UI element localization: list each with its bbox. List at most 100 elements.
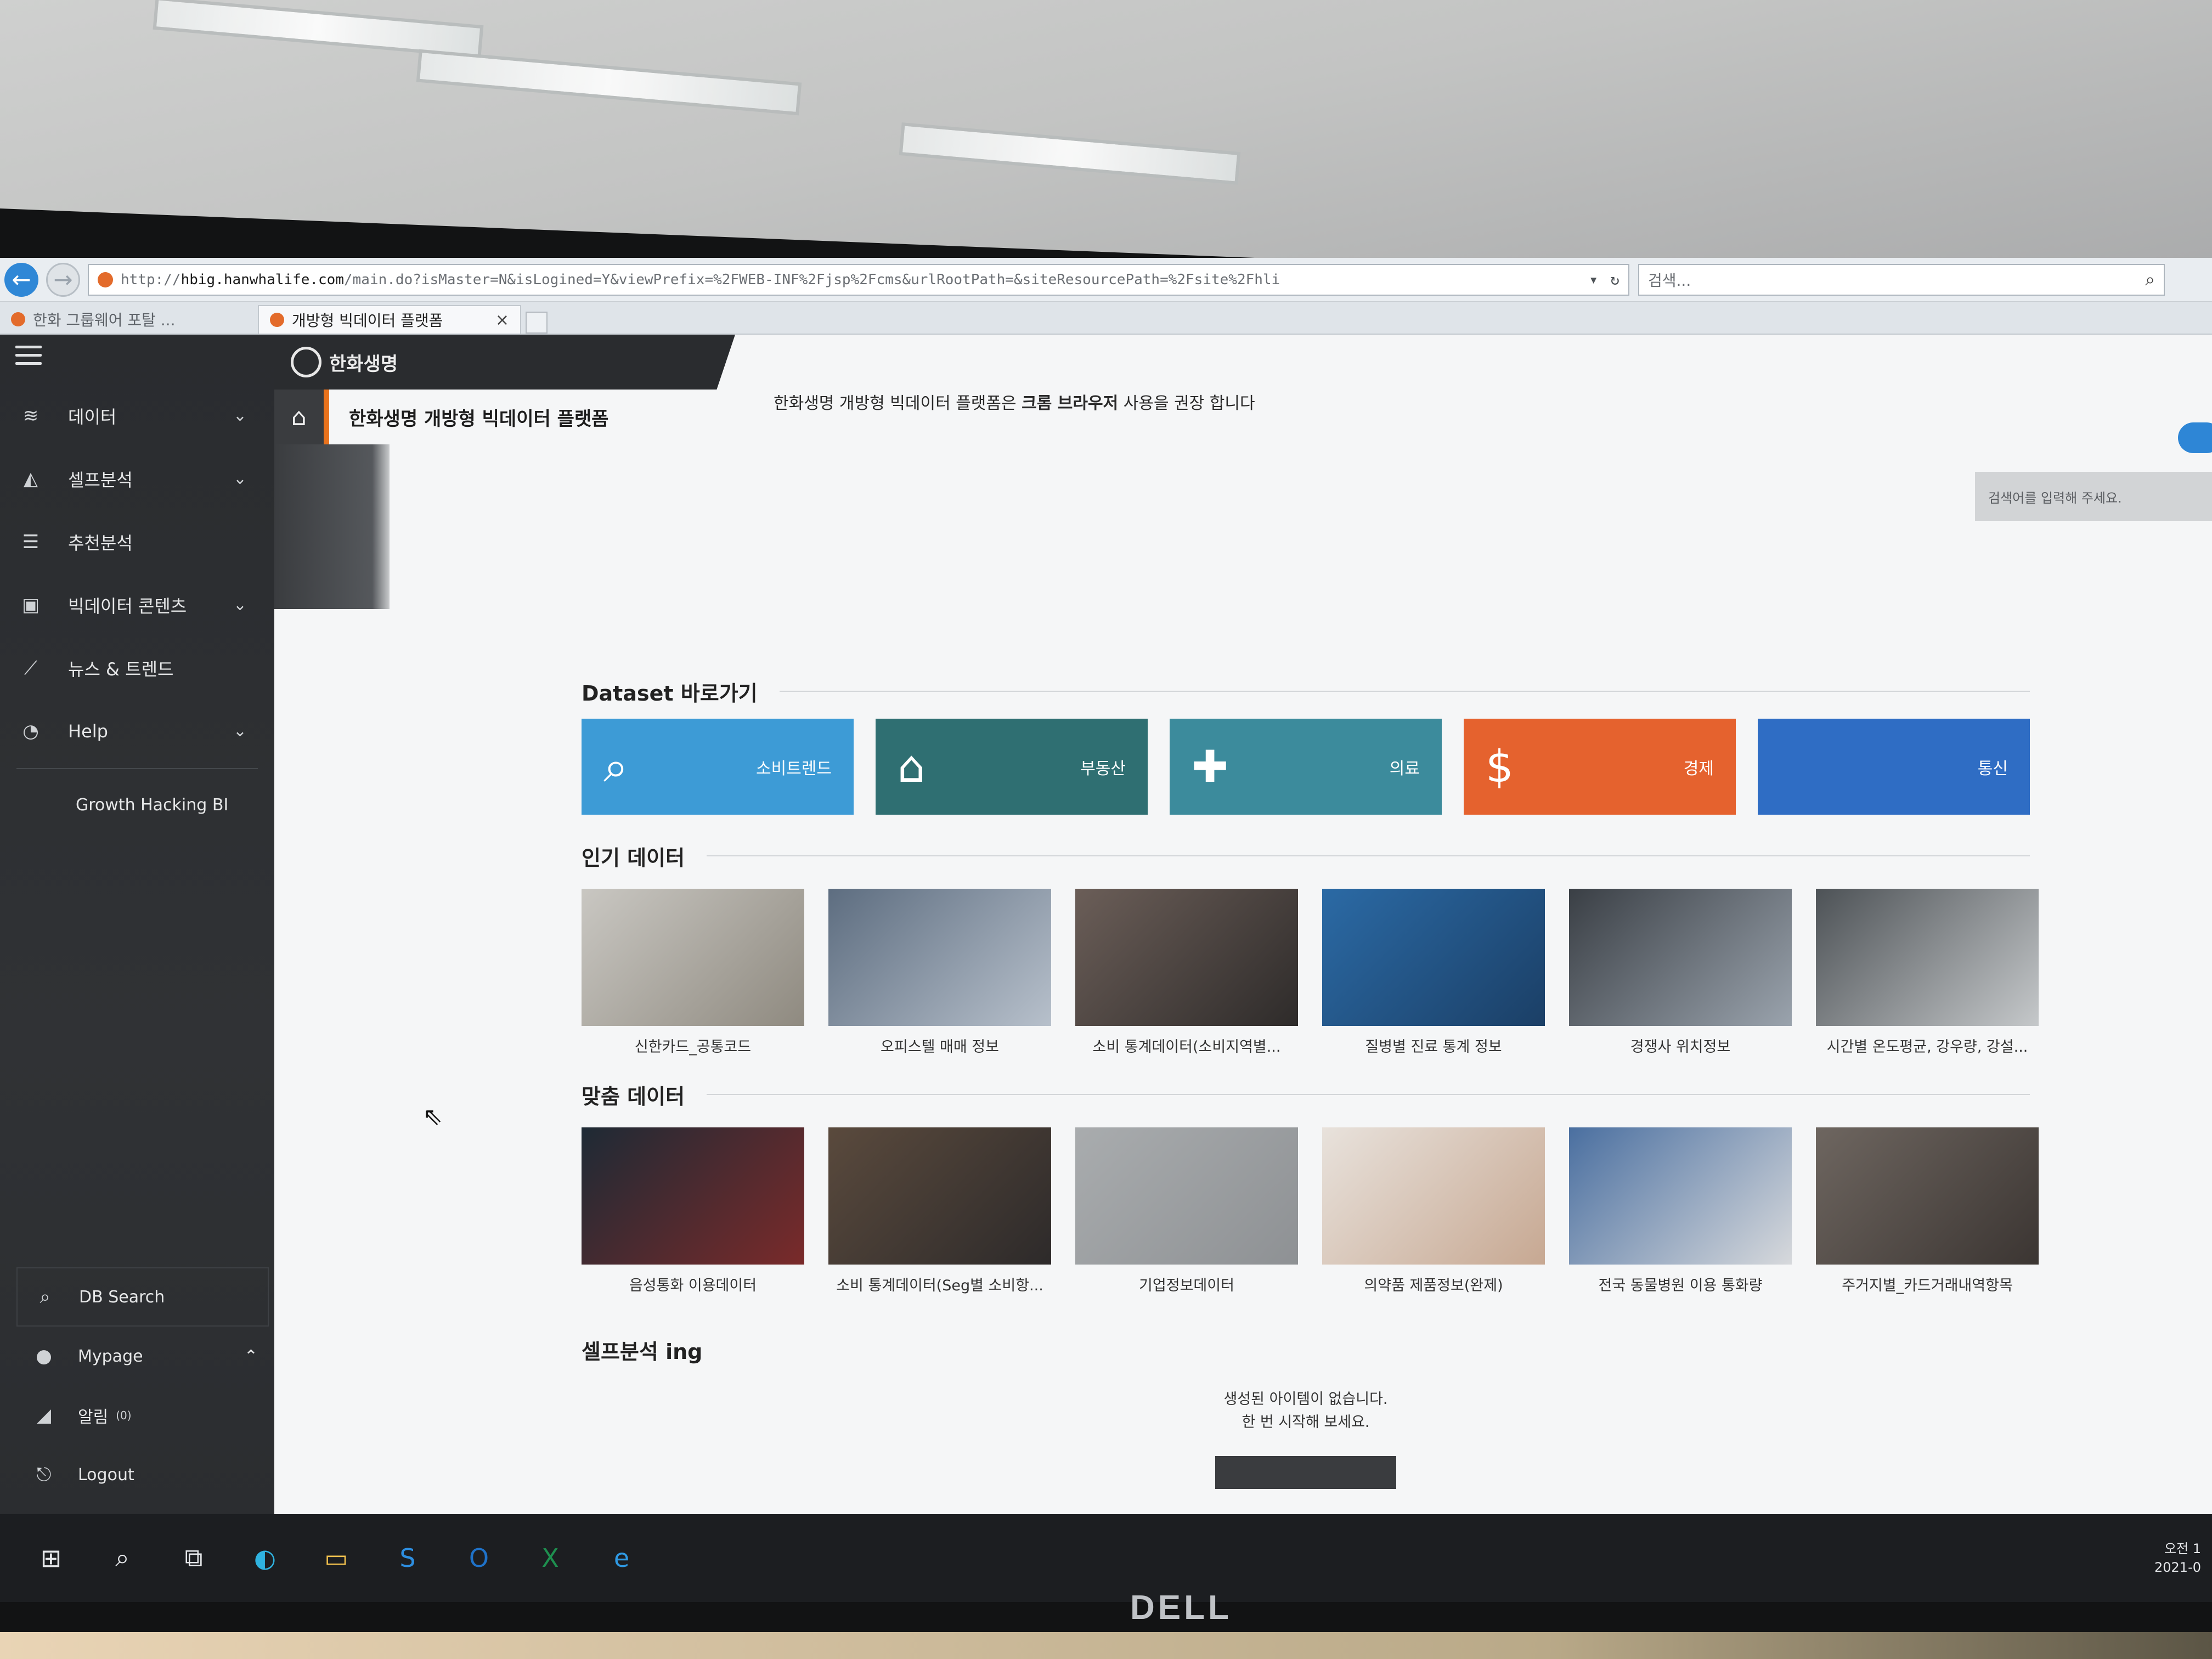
tab-favicon — [11, 312, 25, 326]
browser-notice: 한화생명 개방형 빅데이터 플랫폼은 크롬 브라우저 사용을 권장 합니다 — [774, 390, 1255, 414]
sidebar-item-data[interactable]: ≋ 데이터 ⌄ — [0, 384, 274, 447]
data-card-image — [1075, 889, 1298, 1026]
start-button[interactable] — [1215, 1456, 1396, 1489]
data-card[interactable]: 의약품 제품정보(완제) — [1322, 1127, 1545, 1295]
coins-icon: $ — [1486, 741, 1514, 792]
popular-title: 인기 데이터 — [582, 845, 685, 870]
data-card[interactable]: 오피스텔 매매 정보 — [828, 889, 1051, 1056]
ie-icon[interactable]: e — [603, 1540, 640, 1576]
mypage-item[interactable]: ● Mypage ⌃ — [0, 1327, 274, 1386]
custom-section-title: 맞춤 데이터 — [582, 1078, 2030, 1111]
data-card-caption: 질병별 진료 통계 정보 — [1365, 1039, 1502, 1056]
dataset-card-consumer-trend[interactable]: ⌕ 소비트렌드 — [582, 719, 854, 815]
sidebar-item-growth-hacking[interactable]: Growth Hacking BI — [0, 775, 274, 835]
home-icon[interactable]: ⌂ — [274, 390, 329, 444]
file-explorer-icon[interactable]: ▭ — [318, 1540, 354, 1576]
data-card[interactable]: 소비 통계데이터(소비지역별... — [1075, 889, 1298, 1056]
db-search-icon: ⌕ — [40, 1286, 50, 1308]
data-card[interactable]: 질병별 진료 통계 정보 — [1322, 889, 1545, 1056]
self-analysis-title: 셀프분석 ing — [582, 1339, 703, 1364]
database-icon: ≋ — [22, 404, 39, 427]
data-card[interactable]: 시간별 온도평균, 강우량, 강설... — [1816, 889, 2039, 1056]
outlook-icon[interactable]: O — [461, 1540, 497, 1576]
back-button[interactable]: ← — [4, 262, 38, 297]
windows-start-icon[interactable]: ⊞ — [33, 1540, 69, 1576]
task-view-icon[interactable]: ⧉ — [176, 1540, 212, 1576]
empty-line-2: 한 번 시작해 보세요. — [1242, 1414, 1370, 1431]
browser-address-bar: ← → http://hbig.hanwhalife.com/main.do?i… — [0, 258, 2212, 302]
close-icon[interactable]: × — [495, 311, 509, 330]
sidebar-item-news[interactable]: ⟋ 뉴스 & 트렌드 — [0, 636, 274, 699]
dataset-card-telecom[interactable]: 통신 — [1758, 719, 2030, 815]
mouse-cursor-icon: ⇖ — [422, 1103, 443, 1131]
forward-button[interactable]: → — [46, 262, 80, 297]
db-search-label: DB Search — [79, 1287, 165, 1307]
ceiling-light — [153, 0, 484, 59]
logout-item[interactable]: ⎋ Logout — [0, 1445, 274, 1504]
tab-label: 한화 그룹웨어 포탈 ... — [33, 311, 176, 329]
data-card-caption: 시간별 온도평균, 강우량, 강설... — [1826, 1039, 2028, 1056]
data-card-image — [1569, 889, 1792, 1026]
tab-label: 개방형 빅데이터 플랫폼 — [292, 312, 443, 330]
new-tab-button[interactable] — [526, 312, 548, 334]
db-search-button[interactable]: ⌕ DB Search — [16, 1267, 269, 1327]
edge-icon[interactable]: ◐ — [247, 1540, 283, 1576]
data-card-image — [1569, 1127, 1792, 1265]
sidebar-item-help[interactable]: ◔ Help ⌄ — [0, 699, 274, 763]
chevron-down-icon[interactable]: ⌄ — [233, 469, 247, 488]
dataset-card-label: 경제 — [1683, 759, 1714, 778]
sidebar-item-self-analysis[interactable]: ◭ 셀프분석 ⌄ — [0, 447, 274, 510]
notice-prefix: 한화생명 개방형 빅데이터 플랫폼은 — [774, 394, 1022, 413]
data-card-image — [828, 1127, 1051, 1265]
site-search-input[interactable]: 검색어를 입력해 주세요. — [1975, 472, 2212, 521]
search-icon[interactable]: ⌕ — [2145, 269, 2155, 290]
alarm-item[interactable]: ◢ 알림 (0) — [0, 1386, 274, 1445]
site-favicon — [98, 272, 113, 287]
url-field[interactable]: http://hbig.hanwhalife.com/main.do?isMas… — [88, 263, 1629, 296]
dataset-card-real-estate[interactable]: ⌂ 부동산 — [876, 719, 1148, 815]
excel-icon[interactable]: X — [532, 1540, 568, 1576]
data-card[interactable]: 전국 동물병원 이용 통화량 — [1569, 1127, 1792, 1295]
data-card[interactable]: 소비 통계데이터(Seg별 소비항... — [828, 1127, 1051, 1295]
tab-bigdata-platform[interactable]: 개방형 빅데이터 플랫폼 × — [258, 305, 521, 334]
tab-groupware[interactable]: 한화 그룹웨어 포탈 ... — [0, 305, 258, 334]
data-card[interactable]: 신한카드_공통코드 — [582, 889, 804, 1056]
notice-bold: 크롬 브라우저 — [1022, 394, 1119, 413]
dataset-card-economy[interactable]: $ 경제 — [1464, 719, 1736, 815]
section-divider — [779, 691, 2030, 692]
data-card[interactable]: 기업정보데이터 — [1075, 1127, 1298, 1295]
blue-action-button[interactable] — [2178, 422, 2212, 453]
hamburger-menu-icon[interactable] — [15, 346, 42, 370]
search-icon[interactable]: ⌕ — [104, 1540, 140, 1576]
sidebar-item-label: Help — [68, 720, 108, 742]
chevron-down-icon[interactable]: ⌄ — [233, 721, 247, 741]
url-path: /main.do?isMaster=N&isLogined=Y&viewPref… — [344, 271, 1280, 288]
data-card-caption: 소비 통계데이터(소비지역별... — [1092, 1039, 1281, 1056]
data-card-caption: 신한카드_공통코드 — [634, 1039, 752, 1056]
data-card[interactable]: 경쟁사 위치정보 — [1569, 889, 1792, 1056]
clock-date: 2021-0 — [2154, 1560, 2201, 1575]
sidebar-item-label: 추천분석 — [68, 532, 133, 554]
screen: ← → http://hbig.hanwhalife.com/main.do?i… — [0, 258, 2212, 1602]
chevron-down-icon[interactable]: ⌄ — [233, 406, 247, 425]
main-content: Dataset 바로가기 ⌕ 소비트렌드 ⌂ 부동산 ✚ 의료 $ 경제 통신 — [582, 675, 2039, 1489]
data-card[interactable]: 주거지별_카드거래내역항목 — [1816, 1127, 2039, 1295]
dropdown-icon[interactable]: ▾ — [1589, 270, 1598, 289]
sidebar-menu: ≋ 데이터 ⌄ ◭ 셀프분석 ⌄ ☰ 추천분석 ▣ 빅데이터 콘텐츠 ⌄ ⟋ 뉴… — [0, 384, 274, 835]
chevron-down-icon[interactable]: ⌄ — [233, 595, 247, 614]
data-card[interactable]: 음성통화 이용데이터 — [582, 1127, 804, 1295]
skype-icon[interactable]: S — [390, 1540, 426, 1576]
browser-search-field[interactable]: 검색... ⌕ — [1638, 263, 2165, 296]
sidebar-item-recommend[interactable]: ☰ 추천분석 — [0, 510, 274, 573]
line-chart-icon: ⟋ — [24, 657, 37, 679]
sidebar-item-bigdata-contents[interactable]: ▣ 빅데이터 콘텐츠 ⌄ — [0, 573, 274, 636]
browser-tab-strip: 한화 그룹웨어 포탈 ... 개방형 빅데이터 플랫폼 × — [0, 302, 2212, 335]
dataset-card-medical[interactable]: ✚ 의료 — [1170, 719, 1442, 815]
hanwha-logo-icon[interactable] — [291, 347, 321, 377]
chevron-up-icon[interactable]: ⌃ — [244, 1347, 258, 1366]
self-analysis-section-title: 셀프분석 ing — [582, 1333, 2030, 1366]
refresh-icon[interactable]: ↻ — [1610, 270, 1620, 289]
user-icon: ● — [36, 1345, 52, 1367]
data-card-image — [1816, 1127, 2039, 1265]
taskbar-clock[interactable]: 오전 1 2021-0 — [2154, 1539, 2201, 1577]
